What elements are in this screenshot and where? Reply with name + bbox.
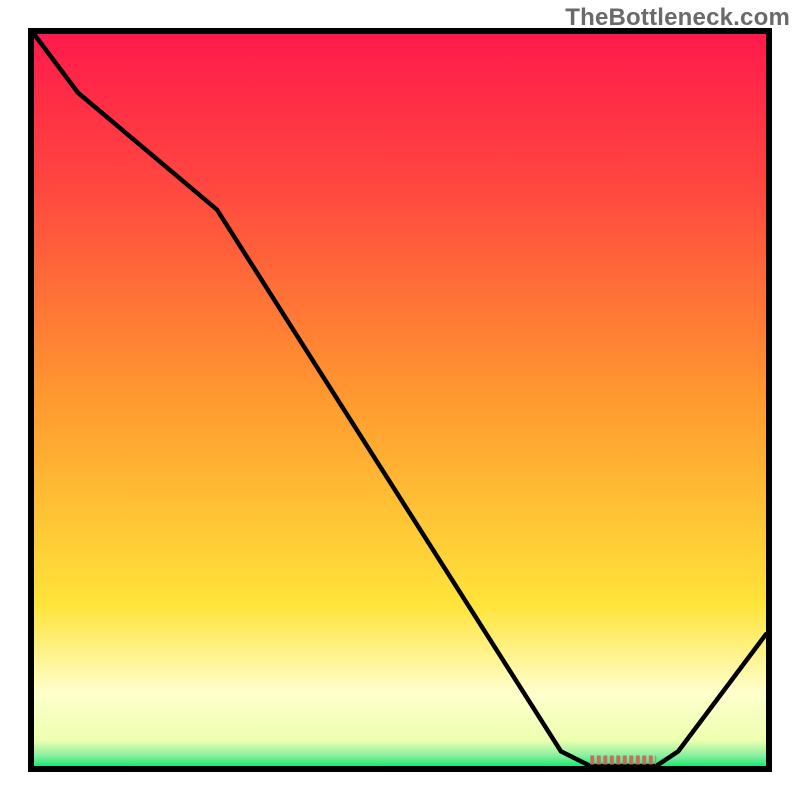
bottleneck-chart	[0, 0, 800, 800]
watermark-text: TheBottleneck.com	[565, 4, 790, 32]
chart-container: TheBottleneck.com	[0, 0, 800, 800]
heat-gradient	[34, 34, 766, 766]
plot-area	[31, 31, 769, 769]
